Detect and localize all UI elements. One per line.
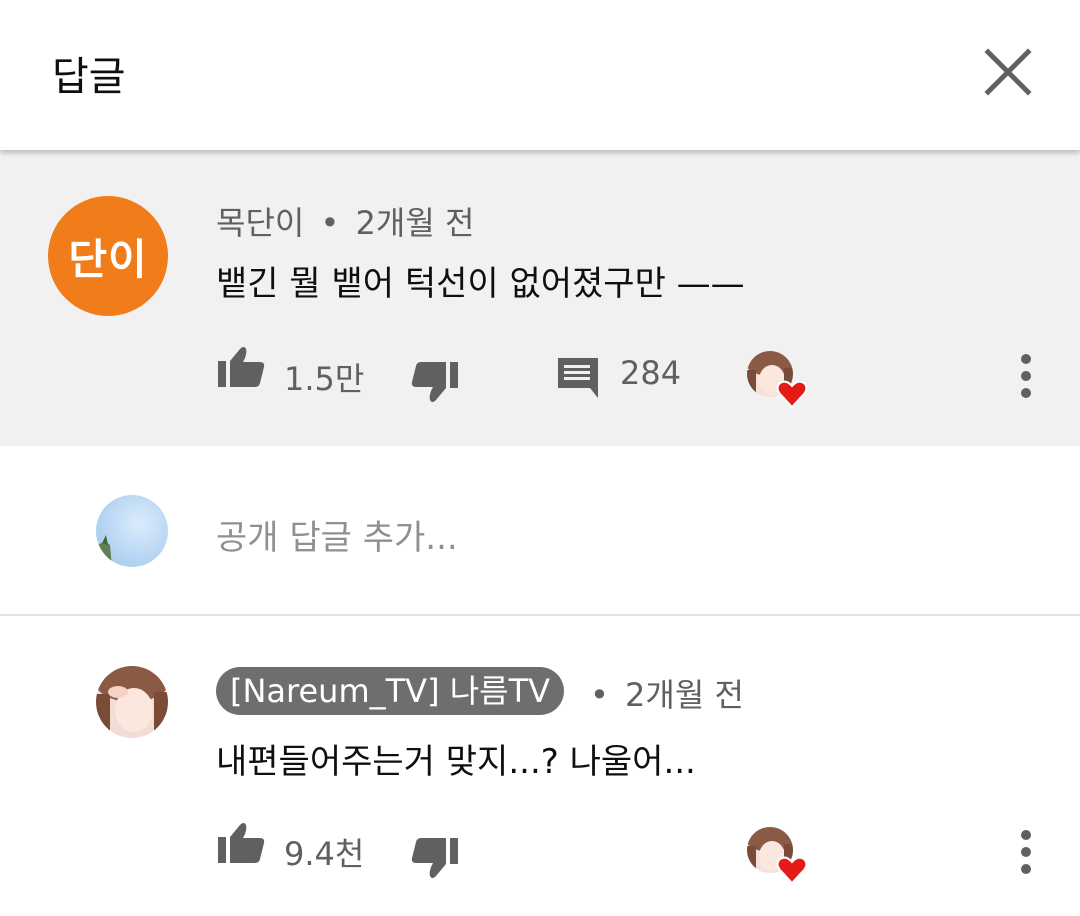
nareum-avatar-image [96,666,168,738]
comment-time: 2개월 전 [355,204,475,242]
reply-count: 284 [620,354,682,392]
close-button[interactable] [978,42,1038,102]
more-vert-icon [1021,354,1031,398]
like-icon[interactable] [218,821,266,865]
reply-input[interactable]: 공개 답글 추가... [216,510,458,559]
dislike-icon[interactable] [410,836,458,880]
dislike-icon[interactable] [410,360,458,404]
my-avatar [96,495,168,567]
more-options-button[interactable] [1014,352,1038,402]
channel-owner-badge[interactable]: [Nareum_TV] 나름TV [216,667,565,715]
reply-comment-icon[interactable] [556,356,600,398]
reply-meta: • 2개월 전 [590,670,744,716]
creator-heart [746,826,810,885]
header-title: 답글 [52,54,126,100]
creator-heart [746,350,810,409]
avatar-text: 단이 [68,234,148,284]
like-count: 9.4천 [284,835,365,873]
reply-text: 내편들어주는거 맞지...? 나울어... [216,742,696,782]
replies-header: 답글 [0,0,1080,150]
meta-separator: • [320,204,340,242]
divider [0,614,1080,616]
comment-meta: 목단이 • 2개월 전 [216,198,474,244]
avatar[interactable]: 단이 [48,196,168,316]
more-vert-icon [1021,830,1031,874]
comment-text: 뱉긴 뭘 뱉어 턱선이 없어졌구만 —— [216,264,745,304]
more-options-button[interactable] [1014,828,1038,878]
creator-avatar-heart-icon [747,351,808,409]
reply-time: 2개월 전 [625,676,744,714]
like-count: 1.5만 [284,360,365,398]
meta-separator: • [590,676,609,714]
close-icon [984,48,1032,96]
avatar[interactable] [96,666,168,738]
my-avatar-image [96,535,112,567]
comment-author[interactable]: 목단이 [216,204,304,242]
creator-avatar-heart-icon [747,827,808,885]
like-icon[interactable] [218,345,266,389]
